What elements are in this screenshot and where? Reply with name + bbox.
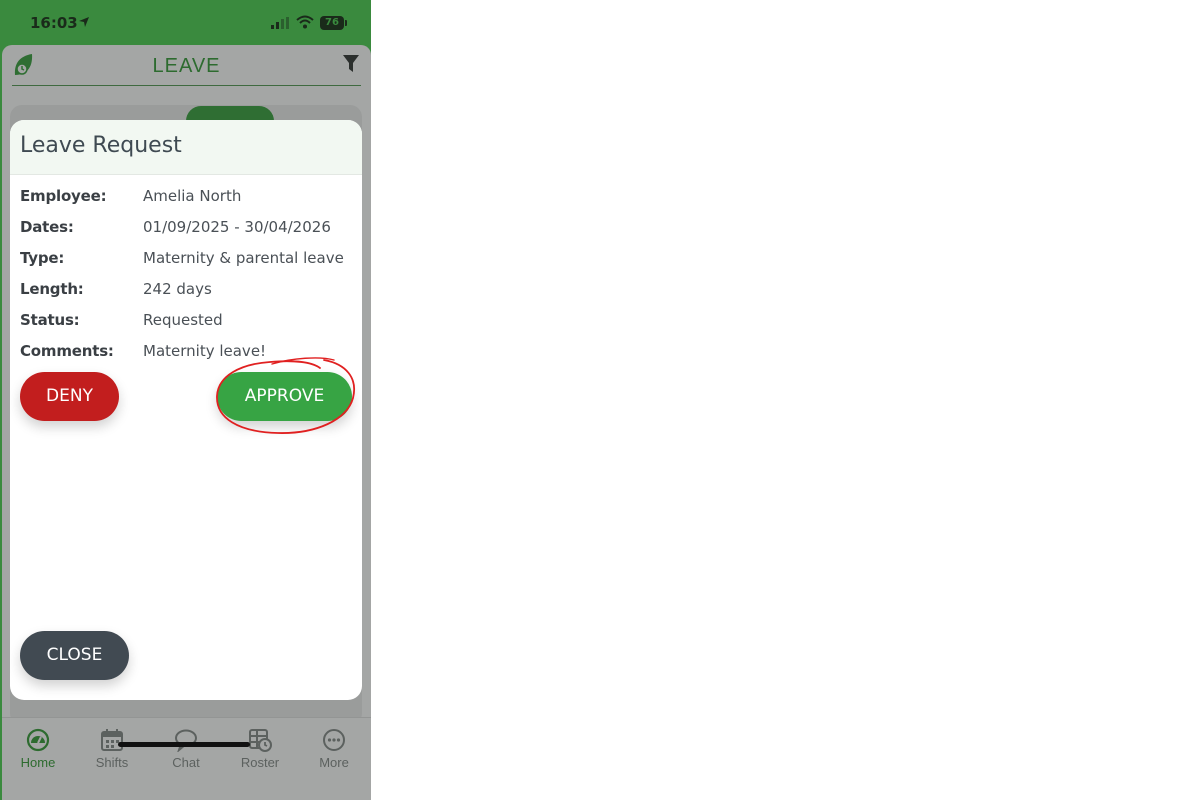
calendar-icon — [101, 729, 123, 751]
chat-bubble-icon — [175, 729, 197, 752]
nav-item-shifts[interactable]: Shifts — [82, 728, 142, 770]
nav-item-home[interactable]: Home — [8, 728, 68, 770]
nav-label-home: Home — [20, 755, 56, 770]
page-title: LEAVE — [152, 55, 221, 77]
status-time: 16:03 — [30, 14, 78, 32]
nav-item-chat[interactable]: Chat — [156, 728, 216, 770]
modal-header: Leave Request — [10, 120, 362, 175]
highlight-circle-annotation — [216, 357, 355, 434]
battery-icon: 76 — [320, 16, 344, 30]
phone-screen: 16:03 76 LEAVE Home Shifts Chat Roster M… — [0, 0, 371, 800]
detail-row-status: Status: Requested — [20, 311, 360, 333]
modal-title: Leave Request — [20, 133, 182, 158]
cellular-signal-icon — [271, 17, 289, 29]
wifi-icon — [296, 15, 314, 29]
nav-label-more: More — [319, 755, 349, 770]
roster-icon — [249, 729, 272, 752]
nav-label-chat: Chat — [172, 755, 200, 770]
nav-item-roster[interactable]: Roster — [230, 728, 290, 770]
close-button[interactable]: CLOSE — [20, 631, 129, 680]
detail-label: Comments: — [20, 342, 114, 360]
dashboard-icon — [26, 728, 50, 752]
nav-label-roster: Roster — [240, 755, 280, 770]
filter-icon[interactable] — [343, 55, 359, 73]
location-arrow-icon — [79, 17, 89, 27]
detail-value: Maternity & parental leave — [143, 249, 344, 267]
deny-button[interactable]: DENY — [20, 372, 119, 421]
nav-item-more[interactable]: More — [304, 728, 364, 770]
app-header: LEAVE — [12, 45, 361, 86]
detail-value: Requested — [143, 311, 223, 329]
home-indicator — [118, 742, 250, 747]
detail-row-employee: Employee: Amelia North — [20, 187, 360, 209]
detail-label: Length: — [20, 280, 84, 298]
nav-label-shifts: Shifts — [95, 755, 129, 770]
status-bar: 16:03 76 — [0, 0, 371, 46]
detail-row-dates: Dates: 01/09/2025 - 30/04/2026 — [20, 218, 360, 240]
detail-value: 01/09/2025 - 30/04/2026 — [143, 218, 331, 236]
bottom-navigation: Home Shifts Chat Roster More — [2, 717, 371, 800]
detail-row-type: Type: Maternity & parental leave — [20, 249, 360, 271]
detail-row-length: Length: 242 days — [20, 280, 360, 302]
battery-tip — [345, 20, 347, 26]
detail-label: Type: — [20, 249, 65, 267]
detail-value: 242 days — [143, 280, 212, 298]
detail-value: Amelia North — [143, 187, 242, 205]
more-icon — [323, 729, 345, 751]
detail-label: Dates: — [20, 218, 74, 236]
detail-label: Employee: — [20, 187, 107, 205]
detail-label: Status: — [20, 311, 80, 329]
